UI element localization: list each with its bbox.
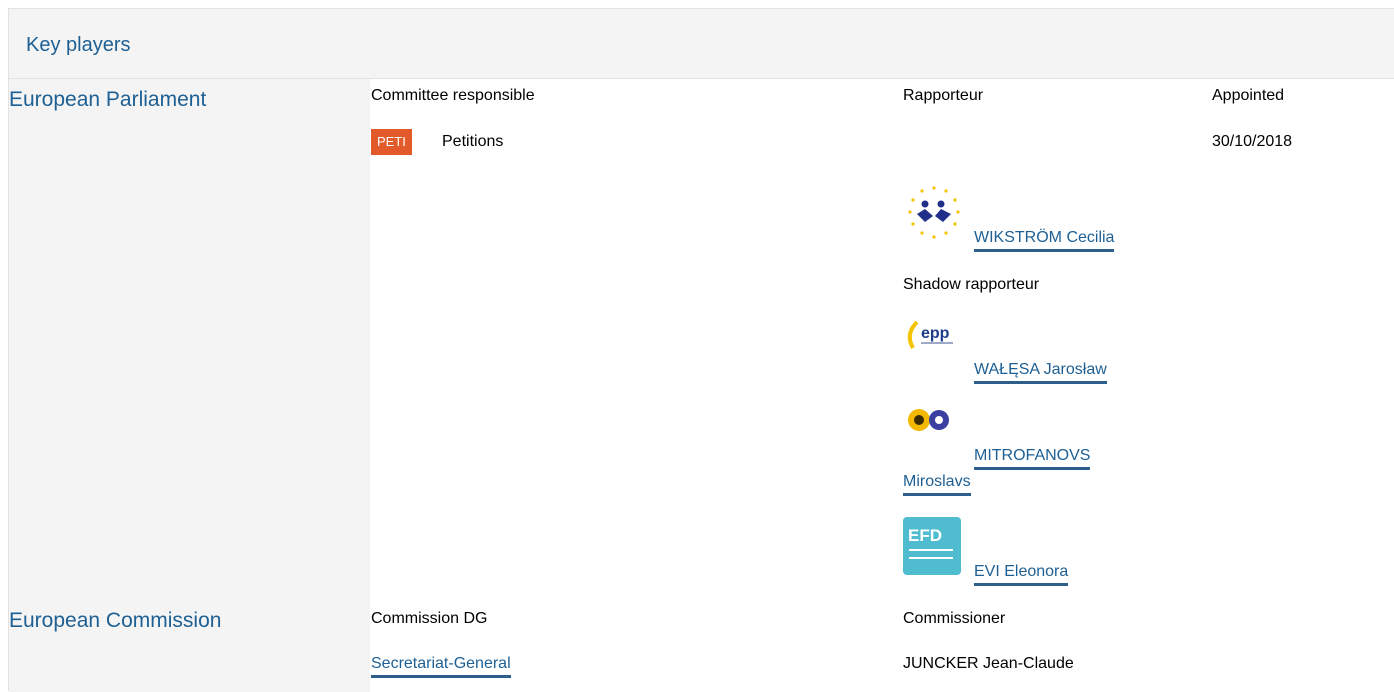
rapporteur-header: Rapporteur xyxy=(903,87,984,104)
shadow-rapporteur-label: Shadow rapporteur xyxy=(903,276,1040,293)
commissioner-name: JUNCKER Jean-Claude xyxy=(903,655,1074,672)
commission-label: European Commission xyxy=(9,609,222,632)
greens-efa-logo-icon xyxy=(903,404,965,466)
left-column xyxy=(9,79,370,692)
shadow-rapporteur-link-mitrofanovs-line1[interactable]: MITROFANOVS xyxy=(974,446,1091,470)
alde-logo-icon xyxy=(903,182,965,244)
parliament-label: European Parliament xyxy=(9,88,207,111)
efdd-logo-icon: EFD xyxy=(903,517,961,575)
panel-header: Key players xyxy=(9,9,1394,79)
commission-dg-header: Commission DG xyxy=(371,610,488,627)
appointed-header: Appointed xyxy=(1212,87,1285,104)
commission-dg-link[interactable]: Secretariat-General xyxy=(371,654,511,678)
committee-badge: PETI xyxy=(371,129,412,155)
rapporteur-link[interactable]: WIKSTRÖM Cecilia xyxy=(974,228,1115,252)
committee-name: Petitions xyxy=(442,133,504,150)
panel-title: Key players xyxy=(26,34,131,56)
key-players-panel: Key players European Parliament Committe… xyxy=(8,8,1394,692)
appointed-date: 30/10/2018 xyxy=(1212,133,1293,150)
epp-logo-icon: epp xyxy=(903,314,965,376)
shadow-rapporteur-link-mitrofanovs-line2[interactable]: Miroslavs xyxy=(903,472,971,496)
svg-text:EFD: EFD xyxy=(908,526,942,545)
shadow-rapporteur-link-walesa[interactable]: WAŁĘSA Jarosław xyxy=(974,360,1107,384)
svg-text:epp: epp xyxy=(921,325,950,342)
commissioner-header: Commissioner xyxy=(903,610,1006,627)
committee-responsible-header: Committee responsible xyxy=(371,87,535,104)
shadow-rapporteur-link-evi[interactable]: EVI Eleonora xyxy=(974,562,1069,586)
